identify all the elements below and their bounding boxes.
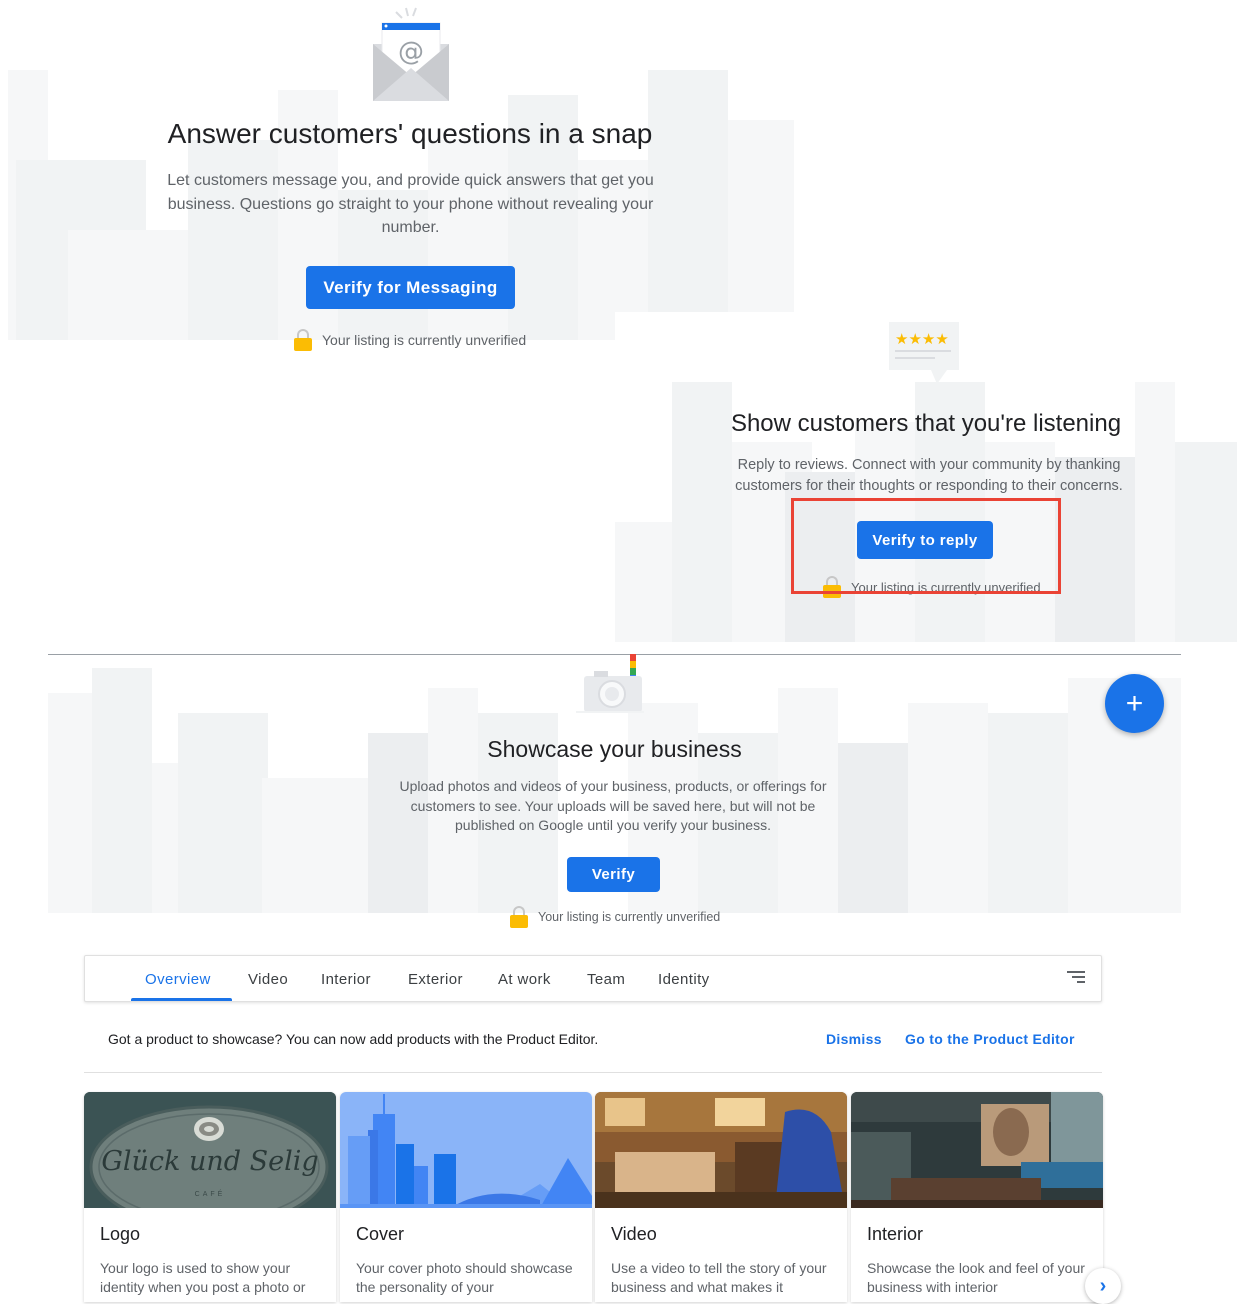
highlight-box xyxy=(791,498,1061,594)
tab-label: Overview xyxy=(145,970,211,988)
card-title: Video xyxy=(611,1224,657,1244)
messaging-description: Let customers message you, and provide q… xyxy=(167,172,654,236)
sort-icon[interactable] xyxy=(1067,971,1085,985)
product-editor-notice: Got a product to showcase? You can now a… xyxy=(108,1031,599,1047)
logo-script-text: Glück und Selig xyxy=(101,1146,319,1177)
card-title: Cover xyxy=(356,1224,405,1244)
tab-label: Interior xyxy=(321,970,371,988)
tab-label: At work xyxy=(498,970,551,988)
photo-category-tabs: Overview Video Interior Exterior At work… xyxy=(84,955,1102,1002)
tab-label: Team xyxy=(587,970,626,988)
messaging-title: Answer customers' questions in a snap xyxy=(167,118,653,149)
card-cover[interactable]: Cover Your cover photo should showcase t… xyxy=(340,1092,592,1302)
notice-divider xyxy=(84,1072,1102,1073)
svg-text:★★★★: ★★★★ xyxy=(895,330,949,348)
tab-overview[interactable]: Overview xyxy=(145,956,211,1002)
card-description: Your logo is used to show your identity … xyxy=(100,1260,306,1295)
showcase-unverified-status: Your listing is currently unverified xyxy=(510,906,720,928)
verify-for-messaging-button[interactable]: Verify for Messaging xyxy=(306,266,515,309)
lock-icon xyxy=(510,906,528,928)
card-description: Your cover photo should showcase the per… xyxy=(356,1260,573,1295)
tab-label: Exterior xyxy=(408,970,463,988)
tab-label: Identity xyxy=(658,970,710,988)
messaging-unverified-status: Your listing is currently unverified xyxy=(294,329,526,351)
logo-sub-text: CAFÉ xyxy=(194,1191,226,1198)
card-interior[interactable]: Interior Showcase the look and feel of y… xyxy=(851,1092,1103,1302)
card-title: Interior xyxy=(867,1224,924,1244)
tab-at-work[interactable]: At work xyxy=(498,956,551,1002)
card-description: Use a video to tell the story of your bu… xyxy=(611,1260,827,1295)
card-logo[interactable]: Glück und Selig CAFÉ Logo Your logo is u… xyxy=(84,1092,336,1302)
reviews-title: Show customers that you're listening xyxy=(730,410,1122,437)
logo-image: Glück und Selig CAFÉ xyxy=(84,1092,336,1208)
video-thumbnail xyxy=(595,1092,847,1208)
add-photo-fab-button[interactable]: + xyxy=(1105,674,1164,733)
tab-identity[interactable]: Identity xyxy=(658,956,710,1002)
tab-team[interactable]: Team xyxy=(587,956,625,1002)
active-tab-indicator xyxy=(131,998,232,1001)
cover-illustration xyxy=(340,1092,592,1208)
dismiss-button[interactable]: Dismiss xyxy=(826,1031,882,1047)
card-title: Logo xyxy=(100,1224,141,1244)
tab-interior[interactable]: Interior xyxy=(321,956,371,1002)
unverified-text: Your listing is currently unverified xyxy=(538,910,721,924)
tab-exterior[interactable]: Exterior xyxy=(408,956,463,1002)
go-to-product-editor-link[interactable]: Go to the Product Editor xyxy=(905,1031,1075,1047)
svg-text:@: @ xyxy=(398,37,424,67)
review-bubble-icon: ★★★★ xyxy=(889,322,959,384)
verify-button[interactable]: Verify xyxy=(567,857,660,892)
showcase-description: Upload photos and videos of your busines… xyxy=(399,778,827,833)
reviews-description: Reply to reviews. Connect with your comm… xyxy=(735,457,1123,494)
showcase-title: Showcase your business xyxy=(487,736,742,762)
camera-icon xyxy=(576,654,644,713)
next-cards-button[interactable]: › xyxy=(1085,1268,1121,1304)
unverified-text: Your listing is currently unverified xyxy=(322,332,527,348)
tab-video[interactable]: Video xyxy=(248,956,288,1002)
email-envelope-icon: @ xyxy=(373,7,449,101)
interior-photo xyxy=(851,1092,1103,1208)
tab-label: Video xyxy=(248,970,289,988)
card-description: Showcase the look and feel of your busin… xyxy=(867,1260,1085,1295)
lock-icon xyxy=(294,329,312,351)
card-video[interactable]: Video Use a video to tell the story of y… xyxy=(595,1092,847,1302)
